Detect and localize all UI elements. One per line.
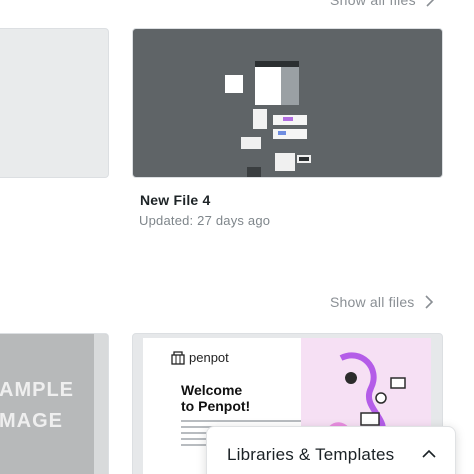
welcome-title: Welcome to Penpot! — [181, 382, 250, 414]
preview-board — [247, 167, 261, 177]
show-all-files-label: Show all files — [330, 0, 416, 8]
show-all-files-label: Show all files — [330, 294, 415, 310]
welcome-title-line2: to Penpot! — [181, 398, 251, 414]
preview-board — [283, 117, 293, 121]
preview-board — [299, 157, 309, 161]
welcome-title-line1: Welcome — [181, 382, 243, 398]
sample-image-thumbnail[interactable]: AMPLE MAGE — [0, 333, 109, 474]
libraries-templates-panel[interactable]: Libraries & Templates — [206, 426, 456, 474]
preview-board — [253, 109, 267, 129]
sample-thumb-edge — [94, 334, 108, 474]
penpot-logo-icon — [171, 350, 185, 365]
preview-board — [275, 153, 295, 171]
preview-board — [241, 137, 261, 149]
preview-board — [225, 75, 243, 93]
file-updated-timestamp: Updated: 27 days ago — [139, 213, 271, 228]
file-name: New File 4 — [140, 192, 211, 208]
dashboard-page: Show all files New File 4 Updated: 27 da… — [0, 0, 474, 474]
show-all-files-link-top[interactable]: Show all files — [330, 0, 436, 8]
sample-text-line2: MAGE — [0, 410, 63, 432]
preview-board — [281, 67, 299, 105]
chevron-right-icon — [426, 0, 435, 7]
file-thumbnail-new-file-4[interactable] — [132, 28, 443, 178]
penpot-logo: penpot — [171, 350, 229, 365]
show-all-files-link[interactable]: Show all files — [330, 294, 435, 310]
chevron-up-icon[interactable] — [421, 447, 437, 461]
file-preview-canvas — [225, 61, 311, 177]
penpot-brand-text: penpot — [189, 350, 229, 365]
preview-board — [255, 61, 299, 67]
chevron-right-icon — [424, 295, 433, 309]
preview-board — [278, 131, 286, 135]
file-thumbnail-partial[interactable] — [0, 28, 109, 178]
sample-text-line1: AMPLE — [0, 379, 74, 401]
libraries-templates-label: Libraries & Templates — [227, 445, 395, 464]
